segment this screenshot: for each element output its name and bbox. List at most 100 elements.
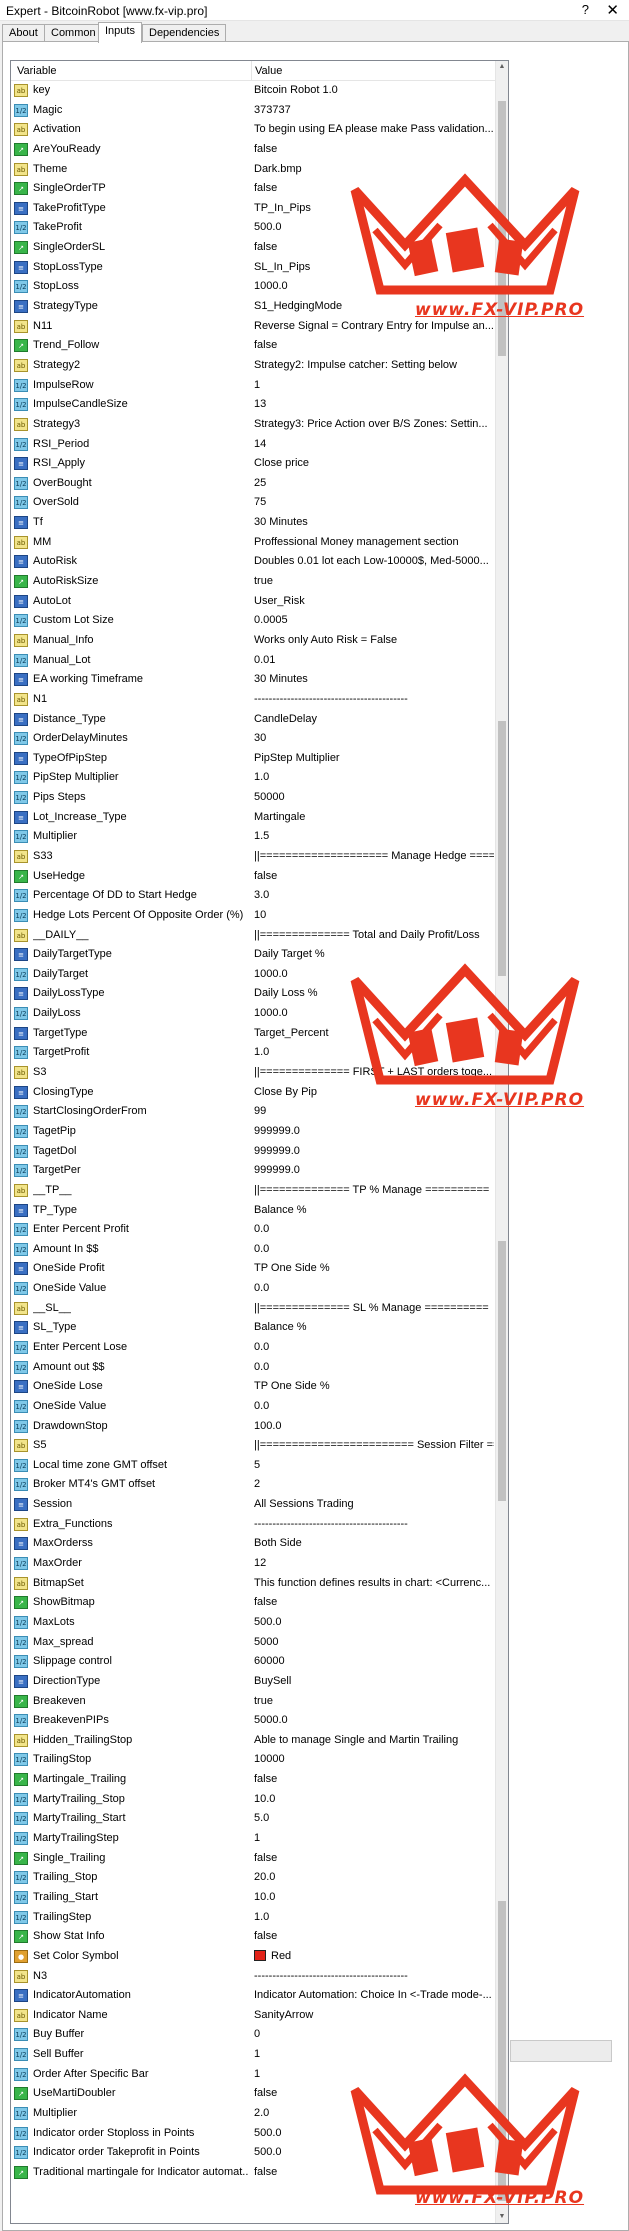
column-header-value[interactable]: Value [255, 65, 282, 77]
variable-value[interactable]: 5.0 [254, 1812, 494, 1824]
input-row[interactable]: 1/2 MartyTrailing_Stop 10.0 [11, 1790, 496, 1810]
variable-value[interactable]: Daily Target % [254, 948, 494, 960]
scrollbar-thumb[interactable] [498, 1901, 506, 2201]
variable-value[interactable]: 10 [254, 909, 494, 921]
input-row[interactable]: ab Manual_Info Works only Auto Risk = Fals… [11, 631, 496, 651]
input-row[interactable]: ab S5 ||======================== Session F… [11, 1436, 496, 1456]
variable-value[interactable]: 10000 [254, 1753, 494, 1765]
input-row[interactable]: 1/2 Local time zone GMT offset 5 [11, 1456, 496, 1476]
input-row[interactable]: ab Indicator Name SanityArrow [11, 2006, 496, 2026]
variable-value[interactable]: 10.0 [254, 1891, 494, 1903]
variable-value[interactable]: 12 [254, 1557, 494, 1569]
variable-value[interactable]: 5000.0 [254, 1714, 494, 1726]
input-row[interactable]: 1/2 ImpulseRow 1 [11, 376, 496, 396]
variable-value[interactable]: Close price [254, 457, 494, 469]
input-row[interactable]: 1/2 Indicator order Takeprofit in Points 5… [11, 2143, 496, 2163]
variable-value[interactable]: Both Side [254, 1537, 494, 1549]
variable-value[interactable]: Dark.bmp [254, 163, 494, 175]
variable-value[interactable]: Red [254, 1949, 494, 1962]
variable-value[interactable]: 999999.0 [254, 1125, 494, 1137]
variable-value[interactable]: ||============== Total and Daily Profit/… [254, 929, 494, 941]
input-row[interactable]: ≡ DailyLossType Daily Loss % [11, 984, 496, 1004]
variable-value[interactable]: 999999.0 [254, 1164, 494, 1176]
input-row[interactable]: 1/2 MartyTrailing_Start 5.0 [11, 1809, 496, 1829]
variable-value[interactable]: 0.0005 [254, 614, 494, 626]
variable-value[interactable]: 5000 [254, 1636, 494, 1648]
input-row[interactable]: ab Hidden_TrailingStop Able to manage Sing… [11, 1731, 496, 1751]
input-row[interactable]: ≡ AutoRisk Doubles 0.01 lot each Low-10000… [11, 552, 496, 572]
variable-value[interactable]: 0.0 [254, 1223, 494, 1235]
variable-value[interactable]: 3.0 [254, 889, 494, 901]
variable-value[interactable]: ||==================== Manage Hedge ==== [254, 850, 494, 862]
variable-value[interactable]: 500.0 [254, 2127, 494, 2139]
input-row[interactable]: ≡ StopLossType SL_In_Pips [11, 258, 496, 278]
input-row[interactable]: 1/2 Sell Buffer 1 [11, 2045, 496, 2065]
variable-value[interactable]: S1_HedgingMode [254, 300, 494, 312]
variable-value[interactable]: 1000.0 [254, 1007, 494, 1019]
variable-value[interactable]: Proffessional Money management section [254, 536, 494, 548]
input-row[interactable]: ● Set Color Symbol Red [11, 1947, 496, 1967]
tab-inputs[interactable]: Inputs [98, 22, 142, 43]
variable-value[interactable]: 30 Minutes [254, 516, 494, 528]
input-row[interactable]: 1/2 Trailing_Start 10.0 [11, 1888, 496, 1908]
variable-value[interactable]: false [254, 143, 494, 155]
variable-value[interactable]: User_Risk [254, 595, 494, 607]
input-row[interactable]: ↗ ShowBitmap false [11, 1593, 496, 1613]
input-row[interactable]: ab S33 ||==================== Manage Hedge… [11, 847, 496, 867]
variable-value[interactable]: Close By Pip [254, 1086, 494, 1098]
variable-value[interactable]: 1 [254, 2068, 494, 2080]
help-icon[interactable]: ? [582, 2, 589, 17]
input-row[interactable]: ≡ DirectionType BuySell [11, 1672, 496, 1692]
tab-common[interactable]: Common [44, 24, 103, 42]
variable-value[interactable]: 500.0 [254, 2146, 494, 2158]
input-row[interactable]: ≡ Tf 30 Minutes [11, 513, 496, 533]
variable-value[interactable]: 0.0 [254, 1361, 494, 1373]
input-row[interactable]: ≡ RSI_Apply Close price [11, 454, 496, 474]
input-row[interactable]: 1/2 MaxLots 500.0 [11, 1613, 496, 1633]
input-row[interactable]: 1/2 DrawdownStop 100.0 [11, 1417, 496, 1437]
scrollbar-thumb[interactable] [498, 101, 506, 356]
variable-value[interactable]: CandleDelay [254, 713, 494, 725]
variable-value[interactable]: 5 [254, 1459, 494, 1471]
variable-value[interactable]: 14 [254, 438, 494, 450]
input-row[interactable]: 1/2 Max_spread 5000 [11, 1633, 496, 1653]
scroll-down-arrow-icon[interactable]: ▼ [496, 2211, 508, 2223]
input-row[interactable]: 1/2 TagetPip 999999.0 [11, 1122, 496, 1142]
input-row[interactable]: 1/2 TagetDol 999999.0 [11, 1142, 496, 1162]
variable-value[interactable]: true [254, 575, 494, 587]
input-row[interactable]: ≡ EA working Timeframe 30 Minutes [11, 670, 496, 690]
input-row[interactable]: 1/2 Enter Percent Profit 0.0 [11, 1220, 496, 1240]
variable-value[interactable]: Balance % [254, 1321, 494, 1333]
variable-value[interactable]: 500.0 [254, 1616, 494, 1628]
close-icon[interactable]: ✕ [606, 1, 619, 19]
input-row[interactable]: ≡ Lot_Increase_Type Martingale [11, 808, 496, 828]
variable-value[interactable]: 999999.0 [254, 1145, 494, 1157]
variable-value[interactable]: ----------------------------------------… [254, 693, 494, 705]
variable-value[interactable]: 75 [254, 496, 494, 508]
variable-value[interactable]: ||============== SL % Manage ========== [254, 1302, 494, 1314]
input-row[interactable]: ≡ TakeProfitType TP_In_Pips [11, 199, 496, 219]
input-row[interactable]: ab __DAILY__ ||============== Total and Da… [11, 926, 496, 946]
input-row[interactable]: 1/2 Multiplier 2.0 [11, 2104, 496, 2124]
input-row[interactable]: 1/2 TakeProfit 500.0 [11, 218, 496, 238]
input-row[interactable]: ≡ StrategyType S1_HedgingMode [11, 297, 496, 317]
variable-value[interactable]: 0.0 [254, 1400, 494, 1412]
input-row[interactable]: ↗ AreYouReady false [11, 140, 496, 160]
input-row[interactable]: ab Strategy3 Strategy3: Price Action over … [11, 415, 496, 435]
variable-value[interactable]: 20.0 [254, 1871, 494, 1883]
variable-value[interactable]: Strategy2: Impulse catcher: Setting belo… [254, 359, 494, 371]
variable-value[interactable]: 2 [254, 1478, 494, 1490]
input-row[interactable]: 1/2 TargetPer 999999.0 [11, 1161, 496, 1181]
input-row[interactable]: 1/2 Enter Percent Lose 0.0 [11, 1338, 496, 1358]
variable-value[interactable]: PipStep Multiplier [254, 752, 494, 764]
input-row[interactable]: ab MM Proffessional Money management secti… [11, 533, 496, 553]
variable-value[interactable]: Balance % [254, 1204, 494, 1216]
input-row[interactable]: 1/2 Custom Lot Size 0.0005 [11, 611, 496, 631]
variable-value[interactable]: TP_In_Pips [254, 202, 494, 214]
variable-value[interactable]: true [254, 1695, 494, 1707]
input-row[interactable]: ≡ DailyTargetType Daily Target % [11, 945, 496, 965]
variable-value[interactable]: false [254, 241, 494, 253]
variable-value[interactable]: 2.0 [254, 2107, 494, 2119]
input-row[interactable]: 1/2 BreakevenPIPs 5000.0 [11, 1711, 496, 1731]
input-row[interactable]: 1/2 Percentage Of DD to Start Hedge 3.0 [11, 886, 496, 906]
